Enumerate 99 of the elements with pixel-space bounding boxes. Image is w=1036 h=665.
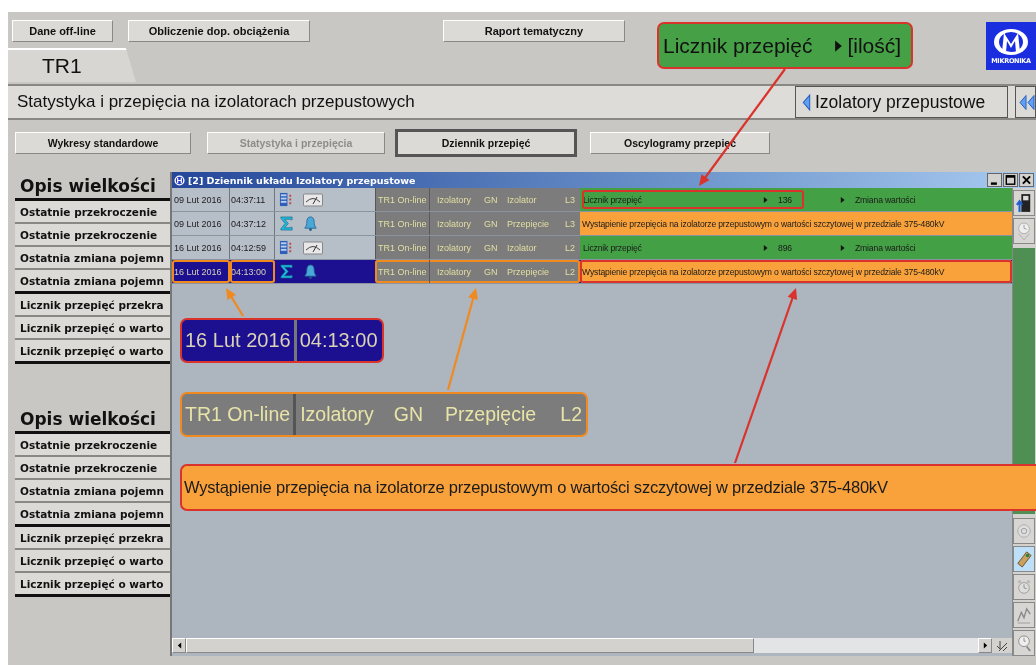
gear-icon [1016,521,1032,541]
tool-button[interactable] [1013,190,1035,216]
date-cell: 16 Lut 2016 [172,260,230,283]
message-cell: Wystąpienie przepięcia na izolatorze przepustowym o wartości szczytowej w przedziale 375-480kV [580,212,1012,235]
source-text: TR1 On-line [378,212,430,235]
callout-text: Wystąpienie przepięcia na izolatorze przepustowym o wartości szczytowej w przedziale 375-480kV [184,478,888,497]
event-text: Zmiana wartości [855,242,916,253]
callout-text: Izolatory [300,402,374,427]
source-text: Izolatory [437,218,471,229]
nav-button[interactable]: Izolatory przepustowe [795,86,1008,118]
maximize-icon [1004,174,1017,186]
back-button[interactable] [1015,86,1036,118]
gauge-icon [303,192,323,207]
page-title: Statystyka i przepięcia na izolatorach przepustowych [16,92,416,112]
time-cell: 04:37:12 [230,212,275,235]
value-text: 136 [778,194,793,205]
bar-list-icon [279,192,294,207]
log-row[interactable]: 16 Lut 2016 04:13:00 TR1 On-line Izolatory GN Przepięcie L2 Wystąpienie przepięcia na izolatorze przepustowym o wartości szczytowej w przedziale 375-480kV [172,260,1012,284]
log-row[interactable]: 09 Lut 2016 04:37:12 TR1 On-line Izolatory GN Przepięcie L3 Wystąpienie przepięcia na izolatorze przepustowym o wartości szczytowej w przedziale 375-480kV [172,212,1012,236]
triangle-left-icon [802,93,811,111]
resize-grip-icon[interactable] [996,639,1008,652]
source-text: L2 [565,266,575,277]
callout-text: [ilość] [847,33,902,58]
source-text: L3 [565,218,575,229]
alarm-clock-icon [1016,577,1032,597]
callout-text: TR1 On-line [182,394,297,435]
source-text: GN [484,266,498,277]
log-row[interactable]: 16 Lut 2016 04:12:59 TR1 On-line Izolatory GN Izolator L2 Licznik przepięć 896 Zmiana wartości [172,236,1012,260]
maximize-button[interactable] [1003,173,1018,187]
source-text: Izolator [507,194,537,205]
play-icon [840,195,845,204]
play-icon [763,195,768,204]
close-button[interactable] [1019,173,1034,187]
tag-icon [1016,549,1032,569]
event-text: Zmiana wartości [855,194,916,205]
toolbar-button[interactable]: Dane off-line [12,20,113,42]
wave-icon [1016,605,1032,625]
message-cell: Wystąpienie przepięcia na izolatorze przepustowym o wartości szczytowej w przedziale 375-480kV [580,260,1012,283]
message-text: Licznik przepięć [583,242,643,253]
callout-text: 16 Lut 2016 [184,328,292,353]
callout-text: 04:13:00 [293,320,381,361]
minimize-icon [990,182,997,185]
bar-list-icon [279,240,294,255]
source-text: Izolatory [437,266,471,277]
sigma-icon [279,264,294,279]
toolbar-button[interactable]: Obliczenie dop. obciążenia [128,20,310,42]
value-text: 896 [778,242,793,253]
gauge-icon [303,240,323,255]
source-text: TR1 On-line [378,260,430,283]
view-button[interactable]: Dziennik przepięć [395,129,577,157]
film-arrow-icon [1016,193,1032,213]
source-text: L2 [565,242,575,253]
source-text: Izolator [507,242,537,253]
arrow [226,288,244,317]
minimize-button[interactable] [987,173,1002,187]
close-icon [1020,174,1033,186]
logo-icon [991,27,1031,57]
source-text: L3 [565,194,575,205]
source-text: Przepięcie [507,266,550,277]
source-text: Izolatory [437,242,471,253]
callout-text: L2 [560,402,582,427]
log-row[interactable]: 09 Lut 2016 04:37:11 TR1 On-line Izolatory GN Izolator L3 Licznik przepięć 136 Zmiana wartości [172,188,1012,212]
bell-icon [303,216,318,231]
tab[interactable]: TR1 [8,48,136,82]
window-title: [2] Dziennik układu Izolatory przepustowe [188,174,417,186]
source-text: GN [484,218,498,229]
source-text: TR1 On-line [378,188,430,211]
play-icon [834,38,844,53]
triangle-right-icon [982,642,988,649]
view-button[interactable]: Wykresy standardowe [15,132,191,154]
callout-text: Licznik przepięć [663,33,813,58]
source-text: Przepięcie [507,218,550,229]
sigma-icon [279,216,294,231]
time-cell: 04:13:00 [230,260,275,283]
app-icon [174,174,185,186]
scroll-left-button[interactable] [172,638,186,653]
bell-icon [303,264,318,279]
source-text: TR1 On-line [378,236,430,259]
toolbar-button[interactable]: Raport tematyczny [443,20,625,42]
time-cell: 04:37:11 [230,188,275,211]
source-text: GN [484,194,498,205]
message-text: Licznik przepięć [583,194,643,205]
scroll-right-button[interactable] [978,638,992,653]
horizontal-scrollbar[interactable] [172,638,1012,653]
date-cell: 09 Lut 2016 [172,188,230,211]
clock-icon [1016,221,1032,241]
source-text: Izolatory [437,194,471,205]
triangle-left-icon [176,642,182,649]
double-triangle-left-icon [1019,93,1035,111]
time-cell: 04:12:59 [230,236,275,259]
search-icon [1016,633,1032,653]
date-cell: 09 Lut 2016 [172,212,230,235]
play-icon [763,243,768,252]
date-cell: 16 Lut 2016 [172,236,230,259]
callout-text: Przepięcie [445,402,537,427]
play-icon [840,243,845,252]
callout-text: GN [393,402,424,427]
scroll-thumb[interactable] [186,638,754,653]
source-text: GN [484,242,498,253]
